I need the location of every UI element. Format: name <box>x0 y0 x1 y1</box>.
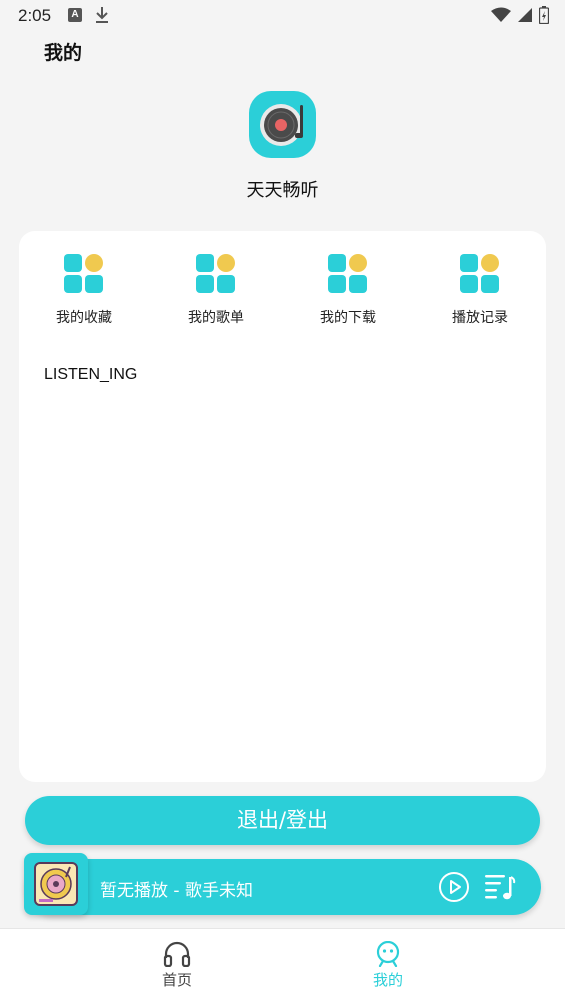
nav-profile[interactable]: 我的 <box>328 929 448 1004</box>
nav-home[interactable]: 首页 <box>117 929 237 1004</box>
wifi-icon <box>491 7 511 28</box>
notification-a-icon: A <box>68 8 82 22</box>
bottom-nav: 首页 我的 <box>0 928 565 1004</box>
nav-label: 首页 <box>161 971 192 989</box>
feature-label: 播放记录 <box>452 310 508 326</box>
download-icon <box>94 6 110 29</box>
grid-icon <box>460 254 499 293</box>
headphones-icon <box>163 941 191 967</box>
grid-icon <box>328 254 367 293</box>
feature-card: 我的收藏 我的歌单 我的下载 播放记录 LISTEN_ING <box>19 231 546 782</box>
feature-playlists[interactable]: 我的歌单 <box>168 253 264 327</box>
now-playing-text: 暂无播放 - 歌手未知 <box>100 881 253 901</box>
listening-label: LISTEN_ING <box>44 366 138 383</box>
feature-downloads[interactable]: 我的下载 <box>300 253 396 327</box>
status-time: 2:05 <box>18 6 52 25</box>
signal-icon <box>517 7 533 28</box>
profile-icon <box>376 941 400 967</box>
playlist-icon[interactable] <box>484 873 516 905</box>
feature-label: 我的收藏 <box>56 310 112 326</box>
app-name: 天天畅听 <box>246 180 319 201</box>
nav-label: 我的 <box>372 971 403 989</box>
feature-label: 我的下载 <box>320 310 376 326</box>
grid-icon <box>64 254 103 293</box>
play-icon[interactable] <box>438 871 470 907</box>
app-logo <box>249 91 316 158</box>
grid-icon <box>196 254 235 293</box>
battery-icon <box>538 6 550 29</box>
logout-button[interactable]: 退出/登出 <box>25 796 540 845</box>
feature-favorites[interactable]: 我的收藏 <box>36 253 132 327</box>
status-bar: 2:05 A <box>0 0 565 32</box>
page-title: 我的 <box>44 42 83 64</box>
feature-history[interactable]: 播放记录 <box>432 253 528 327</box>
feature-label: 我的歌单 <box>188 310 244 326</box>
album-cover[interactable] <box>24 853 88 915</box>
